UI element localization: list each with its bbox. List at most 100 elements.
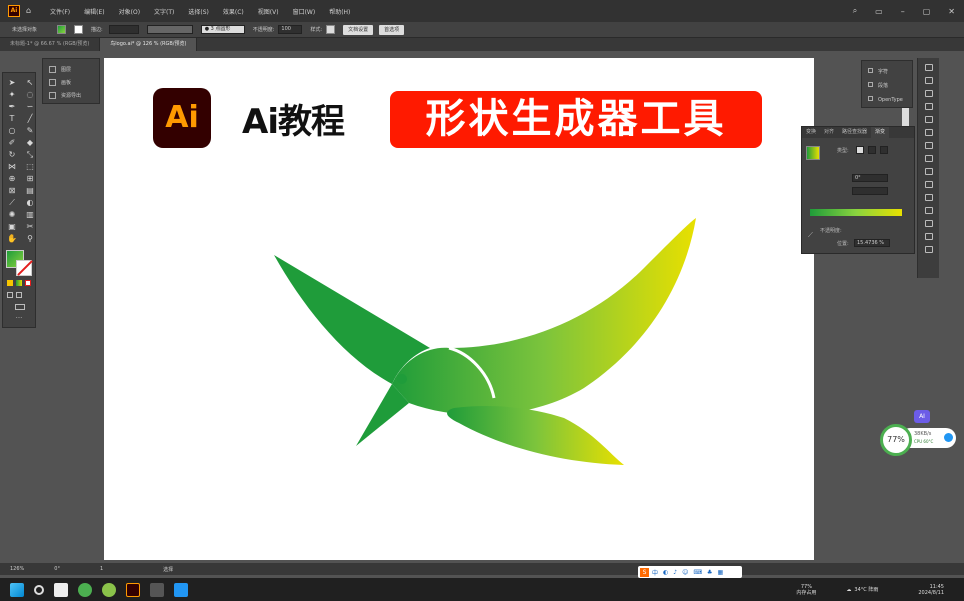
pen-tool-icon[interactable]: ✒	[6, 101, 18, 112]
eyedropper-tool-icon[interactable]: ⟋	[6, 197, 18, 208]
panel-scrollbar[interactable]	[902, 108, 909, 128]
menu-view[interactable]: 视图(V)	[258, 7, 279, 16]
curvature-tool-icon[interactable]: ∽	[24, 101, 36, 112]
menu-window[interactable]: 窗口(W)	[293, 7, 316, 16]
style-swatch[interactable]	[326, 25, 336, 34]
gradient-preview-swatch[interactable]	[806, 146, 820, 160]
punctuation-icon[interactable]: ◐	[663, 569, 668, 576]
artboard[interactable]: Ai Ai教程 形状生成器工具	[104, 58, 814, 560]
brushes-icon[interactable]	[924, 116, 933, 123]
stroke-weight-field[interactable]	[108, 25, 139, 34]
weather-widget[interactable]: ☁ 34°C 阵雨	[846, 586, 878, 594]
draw-behind-icon[interactable]	[16, 292, 22, 298]
document-setup-button[interactable]: 文档设置	[343, 24, 374, 35]
language-icon[interactable]: 中	[652, 568, 658, 577]
symbols-icon[interactable]	[924, 129, 933, 136]
symbol-sprayer-tool-icon[interactable]: ✺	[6, 209, 18, 220]
eye-shape[interactable]	[397, 374, 407, 384]
freeform-gradient-button[interactable]	[880, 146, 888, 154]
maximize-icon[interactable]: ▢	[923, 7, 931, 16]
menu-object[interactable]: 对象(O)	[119, 7, 140, 16]
accelerate-icon[interactable]	[944, 433, 953, 442]
draw-normal-icon[interactable]	[7, 292, 13, 298]
opacity-field[interactable]: 100	[278, 25, 303, 34]
width-tool-icon[interactable]: ⋈	[6, 161, 18, 172]
lower-wing-shape[interactable]	[447, 406, 624, 465]
brush-field[interactable]: ● 3 点圆形	[200, 25, 245, 34]
lasso-tool-icon[interactable]: ◌	[24, 89, 36, 100]
ellipse-tool-icon[interactable]: ○	[6, 125, 18, 136]
workspace-icon[interactable]: ▭	[875, 7, 883, 16]
bird-body-shape[interactable]	[392, 218, 696, 415]
transparency-icon[interactable]	[924, 181, 933, 188]
tab-untitled[interactable]: 未标题-1* @ 66.67 % (RGB/预览)	[0, 38, 101, 51]
search-taskbar-icon[interactable]	[34, 584, 44, 595]
emoji-icon[interactable]: ☺	[682, 569, 688, 576]
graphic-styles-icon[interactable]	[924, 142, 933, 149]
panel-item-paragraph[interactable]: 段落	[862, 79, 912, 93]
browser-icon[interactable]	[102, 582, 116, 597]
wechat-icon[interactable]	[78, 582, 92, 597]
stroke-swatch[interactable]	[74, 25, 84, 34]
blend-tool-icon[interactable]: ◐	[24, 197, 36, 208]
free-transform-tool-icon[interactable]: ⬚	[24, 161, 36, 172]
zoom-tool-icon[interactable]: ⚲	[24, 233, 36, 244]
skin-icon[interactable]: ♣	[707, 569, 712, 576]
menu-edit[interactable]: 编辑(E)	[84, 7, 104, 16]
panel-item-layers[interactable]: 图层	[43, 63, 99, 76]
sogou-icon[interactable]: S	[640, 567, 649, 577]
magic-wand-tool-icon[interactable]: ✦	[6, 89, 18, 100]
graph-tool-icon[interactable]: ▥	[24, 209, 36, 220]
illustrator-taskbar-icon[interactable]	[126, 582, 140, 597]
panel-item-character[interactable]: 字符	[862, 65, 912, 79]
menu-file[interactable]: 文件(F)	[50, 7, 70, 16]
color-mode-icon[interactable]	[7, 280, 13, 286]
tab-bird-logo[interactable]: 鸟logo.ai* @ 126 % (RGB/预览)	[100, 38, 198, 51]
keyboard-icon[interactable]: ⌨	[693, 569, 702, 576]
more-tools-icon[interactable]: ···	[3, 314, 35, 322]
panel-item-artboards[interactable]: 画板	[43, 76, 99, 89]
screen-mode-icon[interactable]	[15, 304, 25, 310]
menu-type[interactable]: 文字(T)	[154, 7, 174, 16]
close-icon[interactable]: ✕	[948, 7, 955, 16]
stroke-color-icon[interactable]	[16, 260, 32, 276]
line-tool-icon[interactable]: ╱	[24, 113, 36, 124]
aspect-ratio-field[interactable]	[852, 187, 888, 195]
properties-icon[interactable]	[924, 64, 933, 71]
rotate-tool-icon[interactable]: ↻	[6, 149, 18, 160]
gradient-slider[interactable]	[810, 209, 902, 216]
radial-gradient-button[interactable]	[868, 146, 876, 154]
bird-logo-artwork[interactable]	[264, 208, 704, 478]
minimize-icon[interactable]: –	[901, 7, 905, 16]
linear-gradient-button[interactable]	[856, 146, 864, 154]
menu-help[interactable]: 帮助(H)	[329, 7, 350, 16]
type-tool-icon[interactable]: T	[6, 113, 18, 124]
toolbox-icon[interactable]: ▦	[717, 569, 723, 576]
gradient-icon[interactable]	[924, 168, 933, 175]
panel-item-opentype[interactable]: OpenType	[862, 93, 912, 107]
artboard-tool-icon[interactable]: ▣	[6, 221, 18, 232]
eyedropper-icon[interactable]: ⟋	[808, 231, 813, 240]
color-icon[interactable]	[924, 90, 933, 97]
links-icon[interactable]	[924, 220, 933, 227]
fill-swatch[interactable]	[57, 25, 67, 34]
slice-tool-icon[interactable]: ✂	[24, 221, 36, 232]
layers-dock-icon[interactable]	[924, 207, 933, 214]
shaper-tool-icon[interactable]: ✐	[6, 137, 18, 148]
video-app-icon[interactable]	[174, 582, 188, 597]
gradient-mode-icon[interactable]	[16, 280, 22, 286]
hand-tool-icon[interactable]: ✋	[6, 233, 18, 244]
paintbrush-tool-icon[interactable]: ✎	[24, 125, 36, 136]
voice-icon[interactable]: ♪	[673, 569, 677, 576]
appearance-icon[interactable]	[924, 194, 933, 201]
selection-tool-icon[interactable]: ➤	[6, 77, 18, 88]
scale-tool-icon[interactable]: ⤡	[24, 149, 36, 160]
start-icon[interactable]	[10, 582, 24, 597]
variable-width-field[interactable]	[146, 25, 193, 34]
swatches-icon[interactable]	[924, 103, 933, 110]
artboards-dock-icon[interactable]	[924, 233, 933, 240]
menu-select[interactable]: 选择(S)	[188, 7, 209, 16]
shape-builder-tool-icon[interactable]: ⊕	[6, 173, 18, 184]
preferences-button[interactable]: 首选项	[379, 24, 405, 35]
none-mode-icon[interactable]	[25, 280, 31, 286]
